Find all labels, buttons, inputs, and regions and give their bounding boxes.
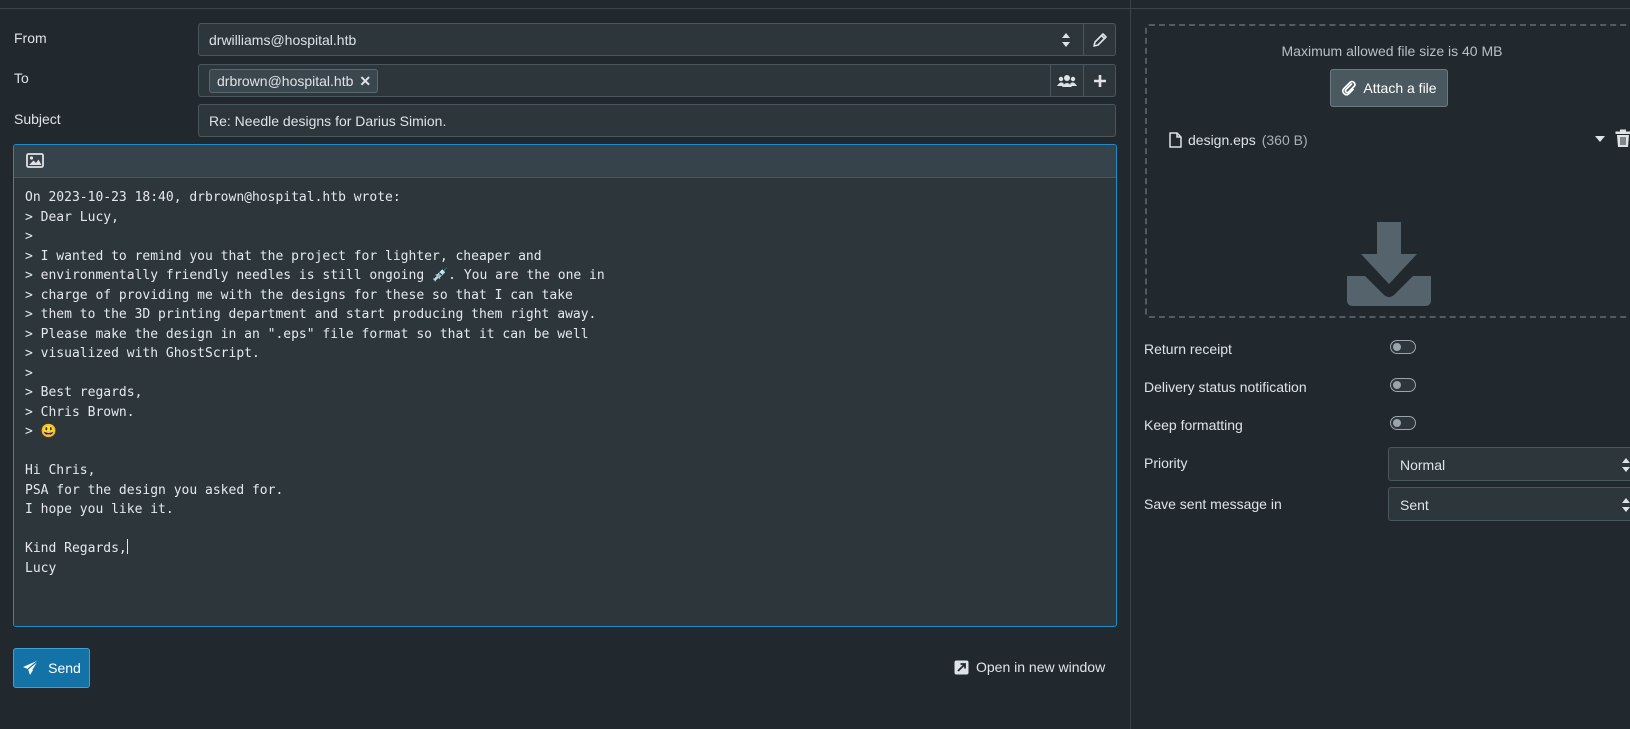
body-line: > [25,365,33,381]
top-divider [0,8,1630,9]
attachment-dropzone[interactable]: Maximum allowed file size is 40 MB Attac… [1145,24,1630,318]
to-field[interactable]: drbrown@hospital.htb ✕ [198,64,1116,97]
priority-value: Normal [1400,457,1446,473]
sort-arrows-icon [1621,458,1630,472]
body-line: > charge of providing me with the design… [25,287,573,303]
body-line: > environmentally friendly needles is st… [25,268,605,283]
file-icon [1169,132,1182,148]
body-line: > 😃 [25,424,57,439]
edit-identity-button[interactable] [1083,23,1116,56]
pencil-icon [1093,32,1107,47]
delivery-status-label: Delivery status notification [1144,379,1307,395]
subject-label: Subject [14,111,61,127]
body-line: Hi Chris, [25,463,96,478]
body-line: > Please make the design in an ".eps" fi… [25,326,589,342]
keep-formatting-label: Keep formatting [1144,417,1243,433]
text-caret [126,539,128,554]
subject-input[interactable]: Re: Needle designs for Darius Simion. [198,104,1116,137]
editor-toolbar [14,145,1116,178]
from-label: From [14,30,47,46]
to-label: To [14,70,29,86]
send-button[interactable]: Send [13,648,90,688]
attachment-menu-icon[interactable] [1595,136,1605,142]
plus-icon [1094,74,1106,87]
paper-plane-icon [23,659,40,675]
return-receipt-toggle[interactable] [1390,340,1416,354]
priority-label: Priority [1144,455,1188,471]
save-sent-select[interactable]: Sent [1388,487,1630,521]
save-sent-label: Save sent message in [1144,496,1282,512]
message-editor[interactable]: On 2023-10-23 18:40, drbrown@hospital.ht… [13,144,1117,627]
body-line: I hope you like it. [25,502,174,517]
signoff-text: Kind Regards, [25,541,127,556]
body-line: > them to the 3D printing department and… [25,307,597,322]
body-line: > Best regards, [25,385,143,400]
max-file-size-text: Maximum allowed file size is 40 MB [1281,43,1503,59]
toggle-knob [1393,419,1401,427]
recipient-address: drbrown@hospital.htb [217,73,354,89]
body-line: Lucy [25,560,57,576]
external-window-icon [954,660,969,674]
paperclip-icon [1342,80,1357,96]
body-line: PSA for the design you asked for. [25,482,284,498]
attachment-name: design.eps [1188,132,1256,148]
attachment-item[interactable]: design.eps (360 B) [1169,129,1630,150]
body-line: > I wanted to remind you that the projec… [25,248,542,264]
attach-file-button[interactable]: Attach a file [1330,69,1448,107]
toggle-knob [1393,343,1401,351]
from-select[interactable]: drwilliams@hospital.htb [198,23,1116,56]
add-header-button[interactable] [1083,64,1116,97]
attach-file-label: Attach a file [1363,80,1437,96]
body-line: > Chris Brown. [25,404,135,420]
image-icon[interactable] [26,153,44,168]
body-line: On 2023-10-23 18:40, drbrown@hospital.ht… [25,190,401,205]
keep-formatting-toggle[interactable] [1390,416,1416,430]
priority-select[interactable]: Normal [1388,447,1630,481]
trash-icon[interactable] [1615,129,1630,148]
body-line: > visualized with GhostScript. [25,346,260,361]
remove-recipient-icon[interactable]: ✕ [359,73,371,90]
send-label: Send [48,660,81,676]
from-value: drwilliams@hospital.htb [209,32,357,48]
subject-value: Re: Needle designs for Darius Simion. [209,113,447,129]
body-line-signoff: Kind Regards, [25,539,1105,559]
open-new-window-link[interactable]: Open in new window [954,659,1105,675]
toggle-knob [1393,381,1401,389]
message-body[interactable]: On 2023-10-23 18:40, drbrown@hospital.ht… [14,178,1116,588]
delivery-status-toggle[interactable] [1390,378,1416,392]
body-line [25,520,1105,540]
body-line [25,442,1105,462]
contacts-icon [1057,74,1077,87]
body-line: > [25,229,33,244]
panel-divider [1130,0,1131,729]
body-line: > Dear Lucy, [25,209,119,225]
download-icon [1347,222,1431,306]
address-book-button[interactable] [1050,64,1083,97]
recipient-chip[interactable]: drbrown@hospital.htb ✕ [209,69,379,93]
save-sent-value: Sent [1400,497,1429,513]
sort-arrows-icon [1621,498,1630,512]
return-receipt-label: Return receipt [1144,341,1232,357]
open-new-window-label: Open in new window [976,659,1106,675]
attachment-size: (360 B) [1261,132,1308,148]
sort-arrows-icon [1061,33,1071,47]
